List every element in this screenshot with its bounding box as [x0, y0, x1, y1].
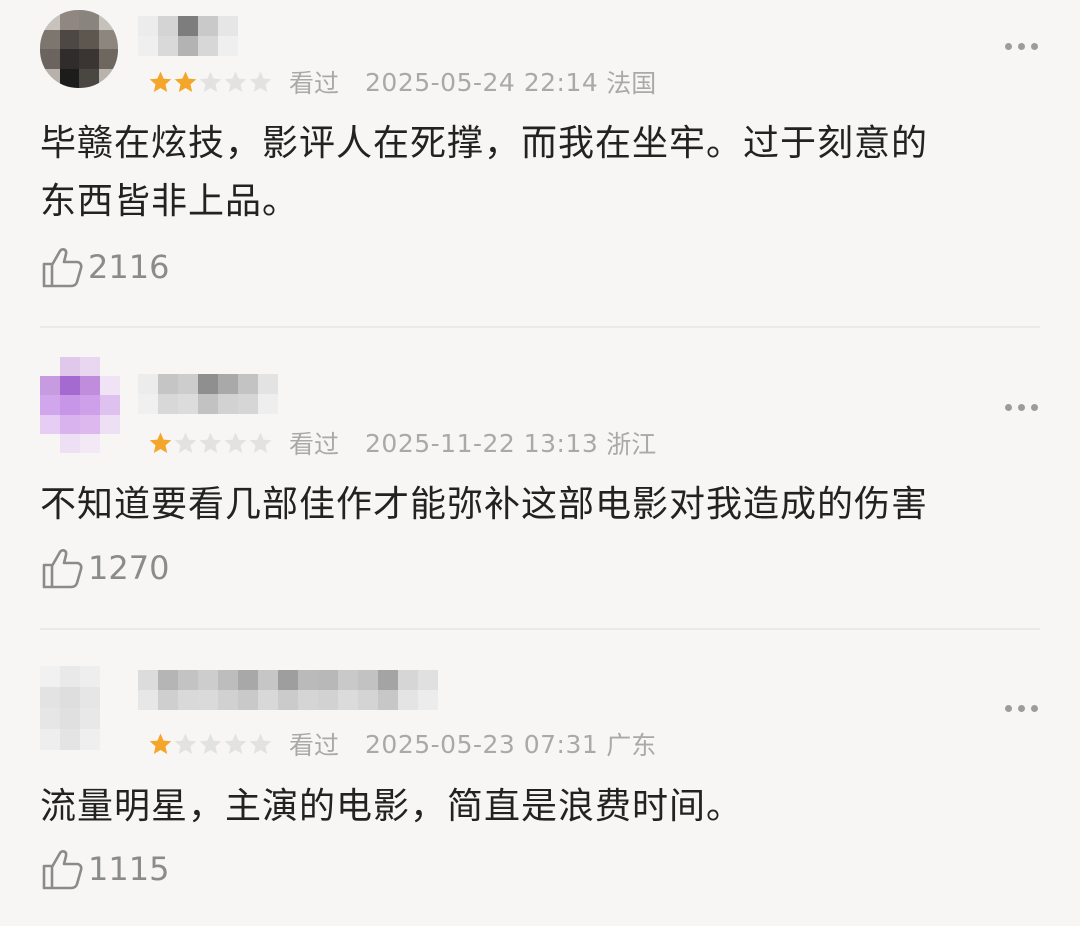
thumbs-up-icon — [42, 549, 83, 589]
star-empty-icon — [224, 733, 247, 754]
review-date: 2025-11-22 13:13 — [365, 428, 599, 458]
review-content-line: 不知道要看几部佳作才能弥补这部电影对我造成的伤害 — [40, 484, 929, 525]
review-content: 毕赣在炫技，影评人在死撑，而我在坐牢。过于刻意的 东西皆非上品。 — [40, 115, 1040, 231]
review-meta: 看过 2025-05-23 07:31 广东 — [148, 726, 656, 762]
avatar[interactable] — [40, 666, 100, 750]
like-count: 2116 — [88, 248, 170, 286]
review-content: 不知道要看几部佳作才能弥补这部电影对我造成的伤害 — [40, 476, 1040, 534]
review-meta: 看过 2025-05-24 22:14 法国 — [148, 64, 656, 100]
review-location: 浙江 — [606, 430, 657, 459]
rating-stars — [148, 70, 273, 94]
star-filled-icon — [149, 432, 172, 453]
more-options-button[interactable] — [1005, 404, 1038, 411]
thumbs-up-icon — [42, 248, 83, 288]
divider — [40, 326, 1040, 328]
watch-status: 看过 — [289, 731, 340, 760]
star-empty-icon — [199, 733, 222, 754]
like-button[interactable]: 2116 — [40, 245, 169, 289]
more-dots-icon — [1005, 404, 1012, 411]
thumbs-up-icon — [42, 850, 83, 890]
review-content: 流量明星，主演的电影，简直是浪费时间。 — [40, 778, 1040, 836]
star-filled-icon — [149, 733, 172, 754]
star-filled-icon — [149, 71, 172, 92]
review-date: 2025-05-24 22:14 — [365, 67, 599, 97]
divider — [40, 628, 1040, 630]
star-filled-icon — [174, 71, 197, 92]
star-empty-icon — [224, 71, 247, 92]
review-location: 广东 — [606, 731, 657, 760]
star-empty-icon — [199, 71, 222, 92]
star-empty-icon — [249, 71, 272, 92]
username-blurred[interactable] — [138, 374, 278, 414]
watch-status: 看过 — [289, 430, 340, 459]
review-location: 法国 — [606, 69, 657, 98]
star-empty-icon — [249, 432, 272, 453]
rating-stars — [148, 732, 273, 756]
more-dots-icon — [1005, 705, 1012, 712]
review-meta: 看过 2025-11-22 13:13 浙江 — [148, 425, 656, 461]
star-empty-icon — [249, 733, 272, 754]
star-empty-icon — [199, 432, 222, 453]
review-content-line: 毕赣在炫技，影评人在死撑，而我在坐牢。过于刻意的 — [40, 123, 929, 164]
like-count: 1270 — [88, 549, 170, 587]
rating-stars — [148, 431, 273, 455]
more-dots-icon — [1005, 43, 1012, 50]
review-content-line: 东西皆非上品。 — [40, 181, 300, 222]
username-blurred[interactable] — [138, 670, 438, 710]
more-options-button[interactable] — [1005, 43, 1038, 50]
avatar[interactable] — [40, 10, 118, 88]
avatar[interactable] — [40, 357, 120, 453]
like-count: 1115 — [88, 850, 170, 888]
star-empty-icon — [174, 432, 197, 453]
star-empty-icon — [224, 432, 247, 453]
like-button[interactable]: 1115 — [40, 847, 169, 891]
username-blurred[interactable] — [138, 16, 238, 56]
more-options-button[interactable] — [1005, 705, 1038, 712]
watch-status: 看过 — [289, 69, 340, 98]
star-empty-icon — [174, 733, 197, 754]
review-content-line: 流量明星，主演的电影，简直是浪费时间。 — [40, 786, 744, 827]
review-date: 2025-05-23 07:31 — [365, 729, 599, 759]
like-button[interactable]: 1270 — [40, 546, 169, 590]
